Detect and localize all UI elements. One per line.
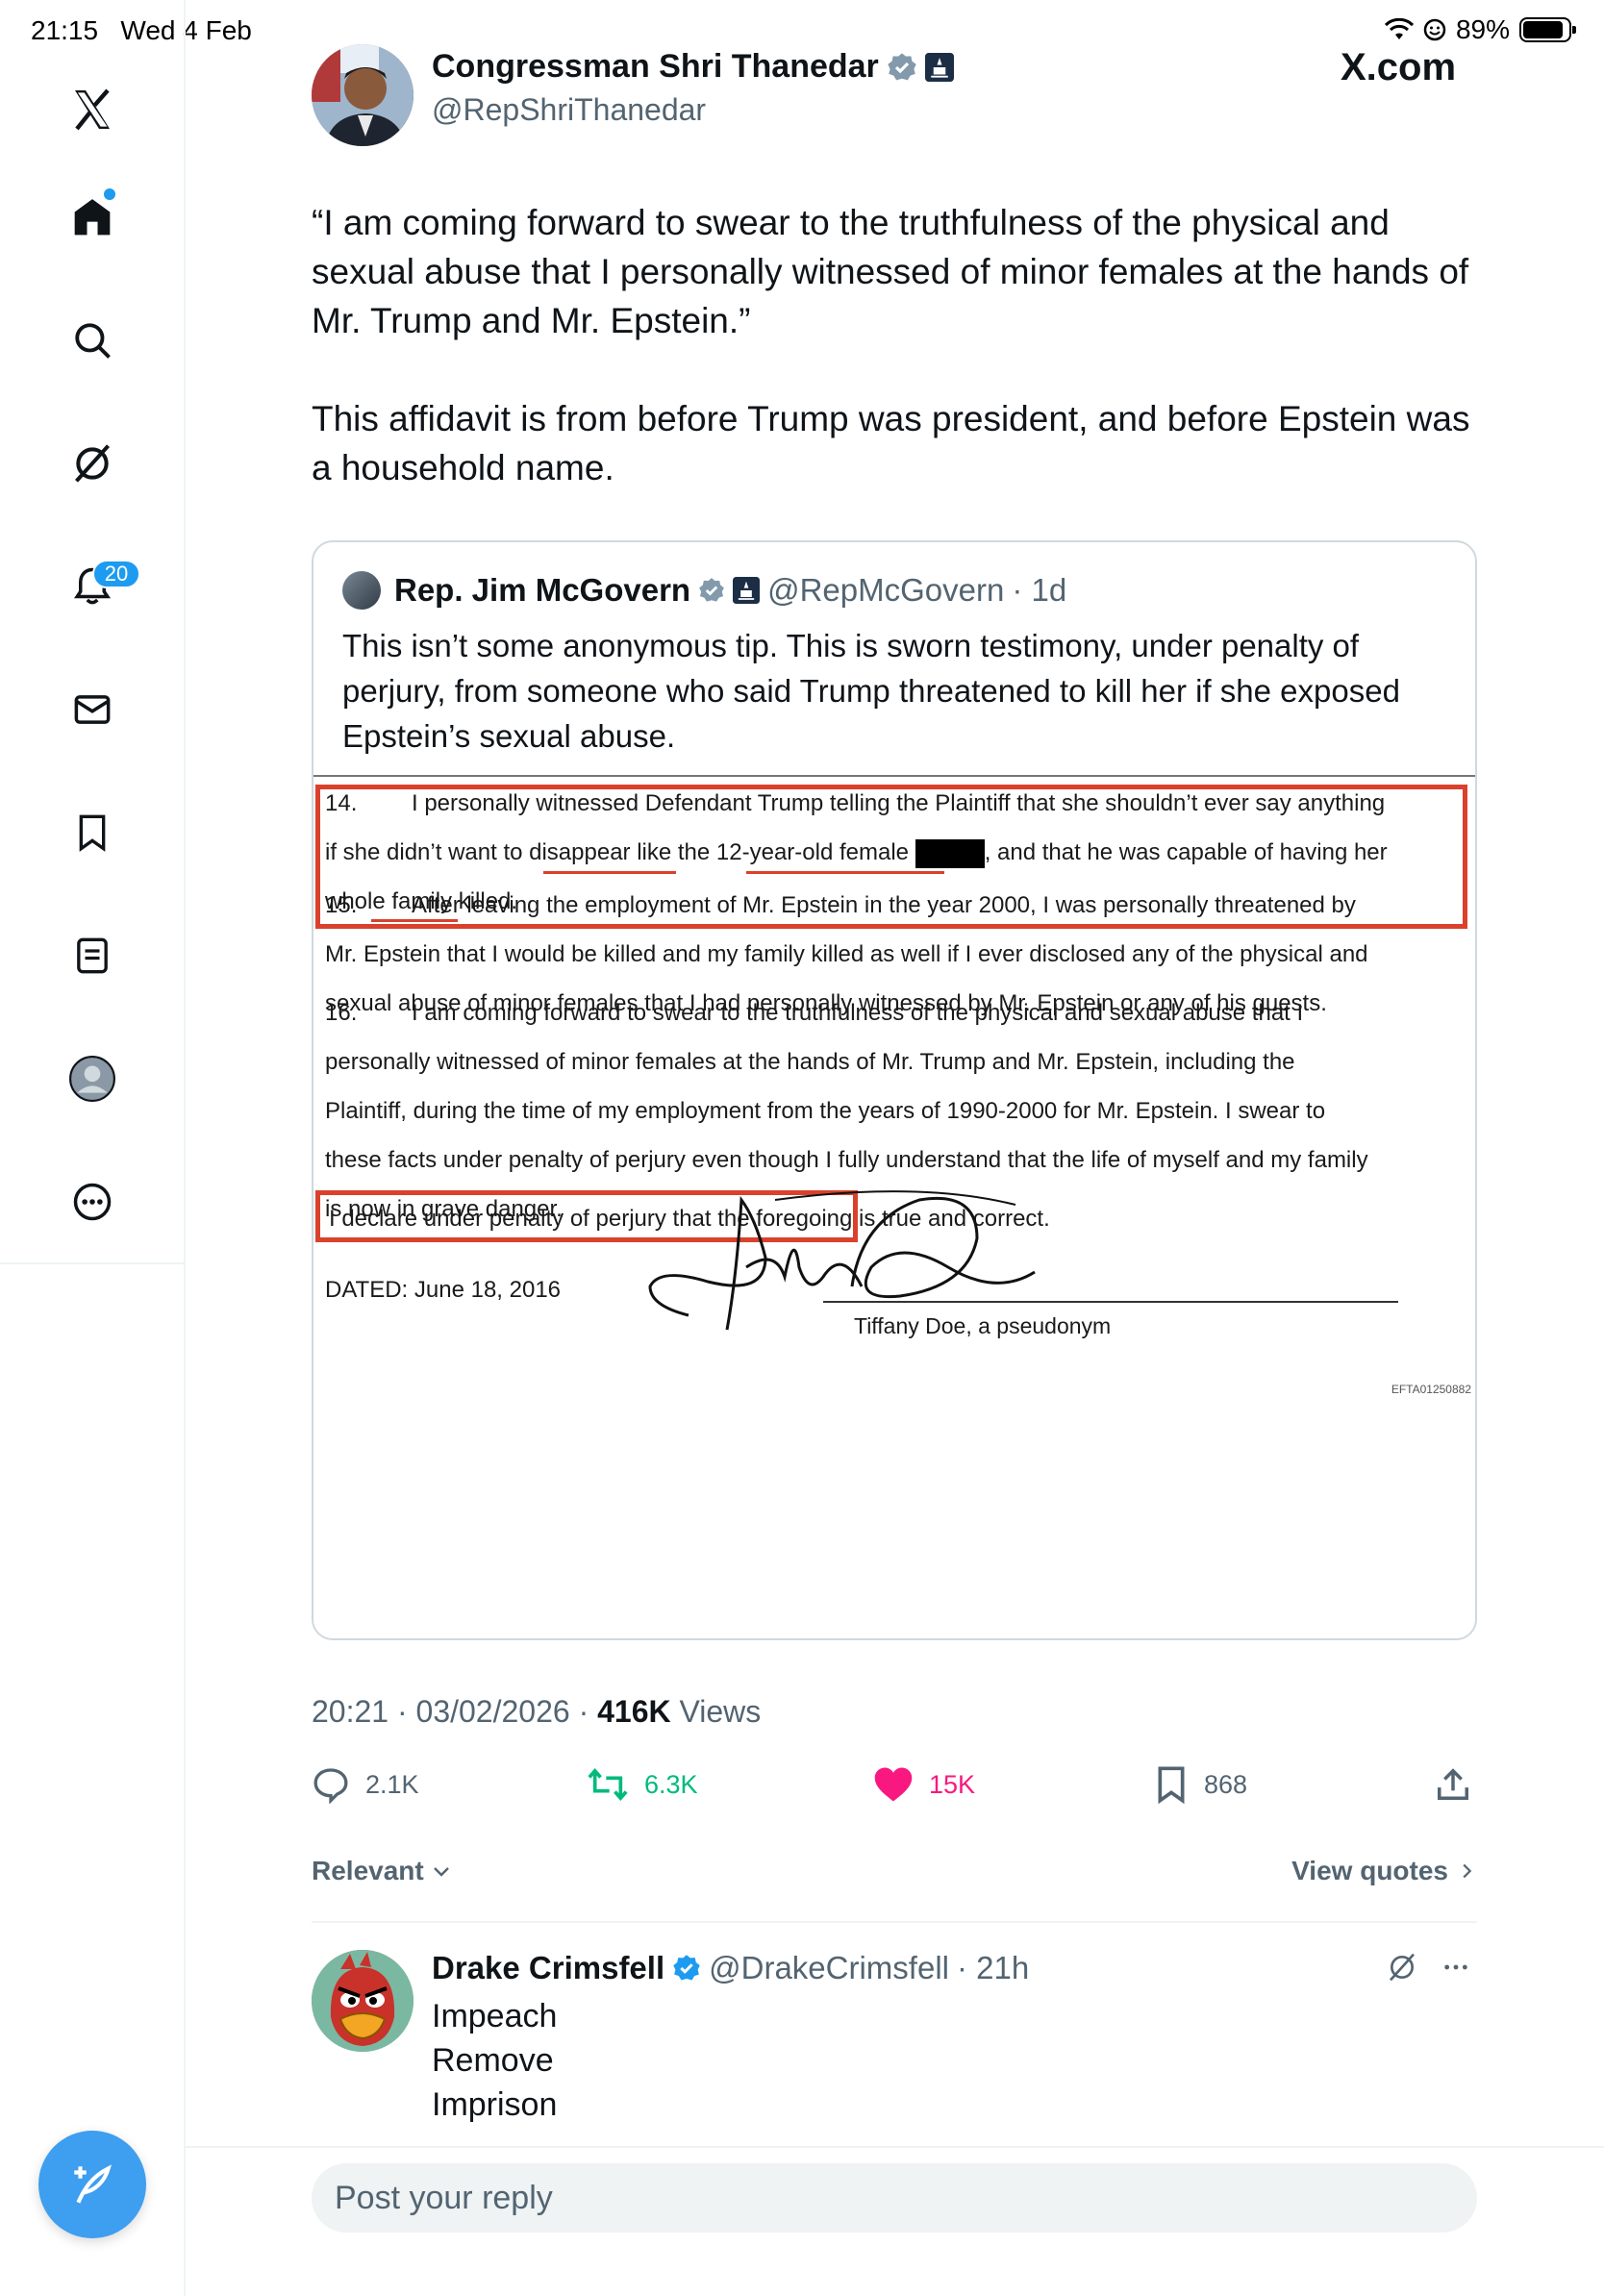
- left-nav-rail: 20: [0, 0, 186, 2296]
- verified-gray-badge-icon: [699, 578, 724, 602]
- heart-filled-icon: [874, 1767, 913, 1802]
- reply-header: Drake Crimsfell @DrakeCrimsfell · 21h: [432, 1950, 1029, 1986]
- post-body: “I am coming forward to swear to the tru…: [312, 198, 1494, 492]
- chevron-down-icon: [433, 1867, 449, 1877]
- author-handle[interactable]: @RepShriThanedar: [432, 92, 706, 128]
- reply-line: Remove: [432, 2042, 554, 2079]
- reply-line: Imprison: [432, 2086, 558, 2123]
- author-name[interactable]: Congressman Shri Thanedar: [432, 48, 879, 86]
- like-count: 15K: [929, 1769, 976, 1799]
- more-options-icon[interactable]: [62, 1171, 123, 1233]
- share-button[interactable]: [1435, 1765, 1471, 1804]
- bookmark-count: 868: [1204, 1769, 1248, 1799]
- verified-blue-badge-icon: [673, 1955, 700, 1981]
- compose-post-button[interactable]: [38, 2131, 146, 2238]
- view-quotes-link[interactable]: View quotes: [1291, 1856, 1477, 1886]
- wifi-icon: [1384, 18, 1414, 39]
- quoted-post-header: Rep. Jim McGovern @RepMcGovern · 1d: [342, 571, 1066, 610]
- search-icon[interactable]: [62, 310, 123, 371]
- reply-time: · 21h: [956, 1950, 1030, 1985]
- author-name-row: Congressman Shri Thanedar: [432, 48, 954, 86]
- site-label: X.com: [1341, 46, 1457, 88]
- reply-sort-dropdown[interactable]: Relevant: [312, 1856, 453, 1886]
- post-timestamp-views: 20:21 · 03/02/2026 · 416K Views: [312, 1694, 761, 1730]
- post-timestamp[interactable]: 20:21 · 03/02/2026 ·: [312, 1694, 597, 1729]
- reply-button[interactable]: 2.1K: [312, 1765, 419, 1804]
- post-text-quote: “I am coming forward to swear to the tru…: [312, 203, 1469, 340]
- chevron-right-icon: [1463, 1863, 1472, 1879]
- red-underline: [543, 871, 676, 874]
- reply-actions-top: [1387, 1952, 1471, 1983]
- reply-text: Impeach Remove Imprison: [432, 1994, 557, 2127]
- views-label: Views: [670, 1694, 762, 1729]
- more-horizontal-icon[interactable]: [1441, 1952, 1471, 1983]
- bookmarks-icon[interactable]: [62, 802, 123, 863]
- view-quotes-label: View quotes: [1291, 1856, 1448, 1885]
- reply-author-avatar[interactable]: [312, 1950, 414, 2052]
- repost-button[interactable]: 6.3K: [587, 1765, 698, 1804]
- x-logo-icon[interactable]: [62, 79, 123, 140]
- focus-icon: [1423, 18, 1446, 41]
- reply-author-handle[interactable]: @DrakeCrimsfell: [709, 1950, 949, 1986]
- quoted-post-text: This isn’t some anonymous tip. This is s…: [342, 628, 1400, 754]
- quoted-author-name: Rep. Jim McGovern: [394, 572, 691, 608]
- reply-sort-label: Relevant: [312, 1856, 424, 1885]
- grok-icon[interactable]: [62, 433, 123, 494]
- share-upload-icon: [1438, 1768, 1468, 1800]
- post-action-bar: 2.1K 6.3K 15K 868: [312, 1765, 1477, 1808]
- repost-count: 6.3K: [644, 1769, 698, 1799]
- reply-input-placeholder: Post your reply: [335, 2179, 553, 2216]
- signer-name: Tiffany Doe, a pseudonym: [854, 1313, 1112, 1338]
- battery-percent: 89%: [1455, 14, 1510, 44]
- lists-icon[interactable]: [62, 925, 123, 986]
- document-id: EFTA01250882: [1391, 1383, 1471, 1396]
- red-underline: [746, 871, 944, 874]
- home-unread-dot: [104, 188, 115, 200]
- bookmark-icon: [1158, 1766, 1185, 1804]
- views-count: 416K: [597, 1694, 671, 1729]
- government-affiliation-icon: [733, 577, 761, 604]
- reply-bubble-icon: [313, 1768, 348, 1804]
- government-affiliation-icon: [924, 52, 954, 82]
- doc-dated: DATED: June 18, 2016: [325, 1277, 562, 1303]
- compose-feather-icon: [74, 2164, 112, 2204]
- like-button[interactable]: 15K: [873, 1765, 975, 1804]
- status-indicators: 89%: [1384, 14, 1576, 45]
- quoted-author-avatar: [342, 571, 381, 610]
- divider: [312, 1921, 1477, 1923]
- quoted-post-time: · 1d: [1012, 572, 1067, 608]
- post-text-comment: This affidavit is from before Trump was …: [312, 399, 1470, 487]
- rail-divider: [0, 1262, 186, 1264]
- grok-icon[interactable]: [1387, 1952, 1417, 1983]
- author-avatar[interactable]: [312, 44, 414, 146]
- battery-icon: [1519, 17, 1576, 42]
- quoted-post-card[interactable]: Rep. Jim McGovern @RepMcGovern · 1d This…: [312, 540, 1477, 1640]
- quoted-author-handle: @RepMcGovern: [767, 572, 1005, 608]
- bookmark-button[interactable]: 868: [1154, 1765, 1247, 1804]
- repost-arrows-icon: [588, 1768, 628, 1801]
- reply-line: Impeach: [432, 1998, 558, 2034]
- notifications-badge: 20: [92, 560, 140, 588]
- profile-avatar-icon[interactable]: [62, 1048, 123, 1110]
- affidavit-document-image[interactable]: 14. I personally witnessed Defendant Trum…: [313, 775, 1475, 1638]
- verified-gray-badge-icon: [888, 52, 916, 80]
- reply-input[interactable]: Post your reply: [312, 2163, 1477, 2233]
- messages-envelope-icon[interactable]: [62, 679, 123, 740]
- reply-author-name[interactable]: Drake Crimsfell: [432, 1950, 664, 1986]
- reply-count: 2.1K: [365, 1769, 419, 1799]
